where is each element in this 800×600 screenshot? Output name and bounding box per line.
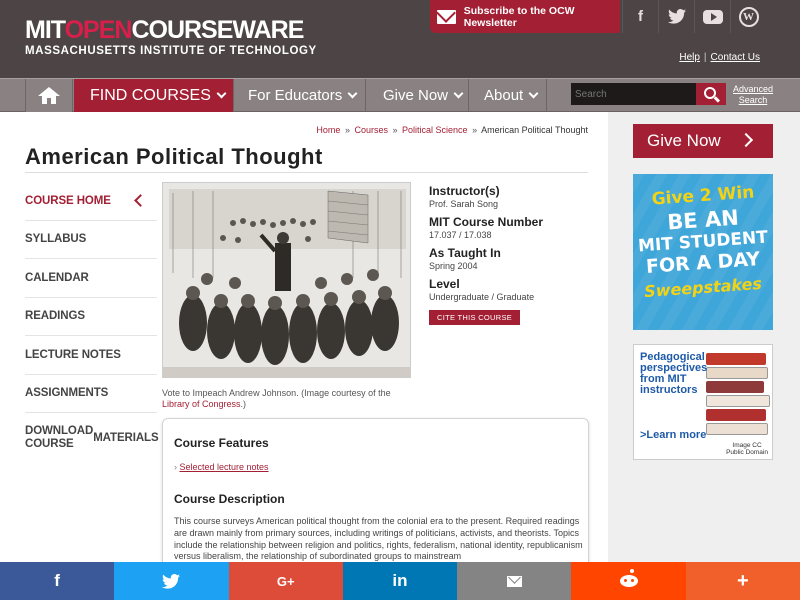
search-icon	[703, 86, 716, 99]
main-content: Home » Courses » Political Science » Ame…	[0, 112, 608, 578]
nav-about[interactable]: About	[469, 79, 547, 112]
chevron-down-icon	[528, 88, 539, 98]
share-more-button[interactable]: +	[685, 562, 800, 600]
nav-about-label: About	[484, 87, 524, 104]
course-number-label: MIT Course Number	[429, 215, 544, 229]
book-stack-icon	[706, 423, 768, 435]
course-image	[162, 182, 411, 378]
contact-link[interactable]: Contact Us	[711, 52, 760, 63]
facebook-icon[interactable]: f	[622, 0, 658, 33]
plus-icon: +	[736, 569, 749, 592]
nav-give-now-label: Give Now	[383, 87, 449, 104]
course-nav-readings[interactable]: READINGS	[25, 298, 157, 336]
course-info: Instructor(s) Prof. Sarah Song MIT Cours…	[429, 184, 599, 325]
course-nav-lecture-notes[interactable]: LECTURE NOTES	[25, 336, 157, 375]
envelope-icon	[437, 9, 456, 24]
course-number-value: 17.037 / 17.038	[429, 230, 492, 240]
share-bar: f G+ in +	[0, 562, 800, 600]
course-features-heading: Course Features	[174, 436, 269, 450]
image-credit: Image CC Public Domain	[726, 442, 768, 456]
youtube-icon[interactable]	[694, 0, 730, 33]
cite-course-button[interactable]: CITE THIS COURSE	[429, 310, 521, 325]
ocw-logo[interactable]: MITOPENCOURSEWARE MASSACHUSETTS INSTITUT…	[25, 17, 317, 57]
chevron-down-icon	[347, 88, 358, 98]
newsletter-label: Subscribe to the OCW Newsletter	[463, 4, 575, 29]
breadcrumb-dept[interactable]: Political Science	[402, 125, 468, 135]
sweepstakes-banner[interactable]: Give 2 Win BE AN MIT STUDENT FOR A DAY S…	[633, 174, 773, 330]
chevron-down-icon	[216, 88, 227, 98]
facebook-icon: f	[54, 571, 60, 590]
title-divider	[25, 172, 588, 173]
utility-separator: |	[703, 52, 707, 63]
course-nav-calendar[interactable]: CALENDAR	[25, 259, 157, 298]
course-nav-download[interactable]: DOWNLOAD COURSE MATERIALS	[25, 413, 159, 463]
peda-title: Pedagogical perspectives from MIT instru…	[640, 351, 708, 396]
instructor-label: Instructor(s)	[429, 184, 500, 198]
nav-find-courses[interactable]: FIND COURSES	[74, 79, 234, 112]
book-stack-icon	[706, 409, 766, 421]
level-label: Level	[429, 277, 460, 291]
search-button[interactable]	[696, 83, 726, 105]
breadcrumb-home[interactable]: Home	[316, 125, 340, 135]
taught-value: Spring 2004	[429, 261, 478, 271]
nav-find-courses-label: FIND COURSES	[90, 86, 211, 104]
pedagogical-perspectives-banner[interactable]: Pedagogical perspectives from MIT instru…	[633, 344, 773, 460]
course-nav: COURSE HOME SYLLABUS CALENDAR READINGS L…	[25, 182, 159, 463]
wordpress-glyph: W	[738, 6, 759, 27]
share-twitter-button[interactable]	[114, 562, 229, 600]
wordpress-icon[interactable]: W	[730, 0, 766, 33]
selected-lecture-notes-link[interactable]: Selected lecture notes	[174, 462, 269, 472]
instructor-value: Prof. Sarah Song	[429, 199, 499, 209]
advanced-search-link[interactable]: Advanced Search	[733, 84, 773, 106]
envelope-icon	[506, 575, 522, 587]
twitter-icon[interactable]	[658, 0, 694, 33]
youtube-play-shape	[702, 9, 723, 24]
course-nav-syllabus[interactable]: SYLLABUS	[25, 221, 157, 259]
book-stack-icon	[706, 395, 770, 407]
nav-for-educators-label: For Educators	[248, 87, 343, 104]
taught-label: As Taught In	[429, 246, 501, 260]
share-reddit-button[interactable]	[571, 562, 686, 600]
reddit-icon	[619, 569, 638, 587]
course-nav-home[interactable]: COURSE HOME	[25, 182, 157, 221]
course-description-text: This course surveys American political t…	[174, 516, 583, 562]
home-icon	[38, 87, 60, 104]
course-features-box: Course Features Selected lecture notes C…	[162, 418, 589, 578]
nav-home-button[interactable]	[25, 79, 73, 112]
course-description-heading: Course Description	[174, 492, 285, 506]
page-title: American Political Thought	[25, 144, 323, 169]
breadcrumb: Home » Courses » Political Science » Ame…	[316, 125, 588, 135]
nav-for-educators[interactable]: For Educators	[234, 79, 366, 112]
engraving-illustration	[163, 183, 410, 377]
breadcrumb-current: American Political Thought	[481, 125, 588, 135]
logo-subtitle: MASSACHUSETTS INSTITUTE OF TECHNOLOGY	[25, 45, 317, 57]
newsletter-subscribe-button[interactable]: Subscribe to the OCW Newsletter	[430, 0, 620, 33]
give-now-label: Give Now	[647, 131, 721, 150]
linkedin-icon: in	[392, 571, 408, 590]
logo-wordmark: MITOPENCOURSEWARE	[25, 16, 304, 44]
level-value: Undergraduate / Graduate	[429, 292, 535, 302]
learn-more-link[interactable]: >Learn more	[640, 429, 706, 441]
breadcrumb-courses[interactable]: Courses	[354, 125, 388, 135]
share-googleplus-button[interactable]: G+	[228, 562, 343, 600]
library-of-congress-link[interactable]: Library of Congress	[162, 399, 241, 409]
help-link[interactable]: Help	[679, 52, 700, 63]
course-nav-assignments[interactable]: ASSIGNMENTS	[25, 375, 157, 413]
chevron-right-icon	[738, 132, 754, 148]
nav-give-now[interactable]: Give Now	[366, 79, 469, 112]
share-linkedin-button[interactable]: in	[342, 562, 458, 600]
utility-links: Help | Contact Us	[679, 52, 760, 63]
image-caption: Vote to Impeach Andrew Johnson. (Image c…	[162, 388, 391, 409]
twitter-icon	[162, 573, 181, 589]
share-facebook-button[interactable]: f	[0, 562, 115, 600]
chevron-down-icon	[453, 88, 464, 98]
give-now-button[interactable]: Give Now	[633, 124, 773, 158]
search-input[interactable]	[571, 83, 697, 105]
site-header: MITOPENCOURSEWARE MASSACHUSETTS INSTITUT…	[0, 0, 800, 78]
googleplus-icon: G+	[276, 573, 295, 589]
right-sidebar: Give Now Give 2 Win BE AN MIT STUDENT FO…	[608, 112, 800, 562]
share-email-button[interactable]	[457, 562, 572, 600]
